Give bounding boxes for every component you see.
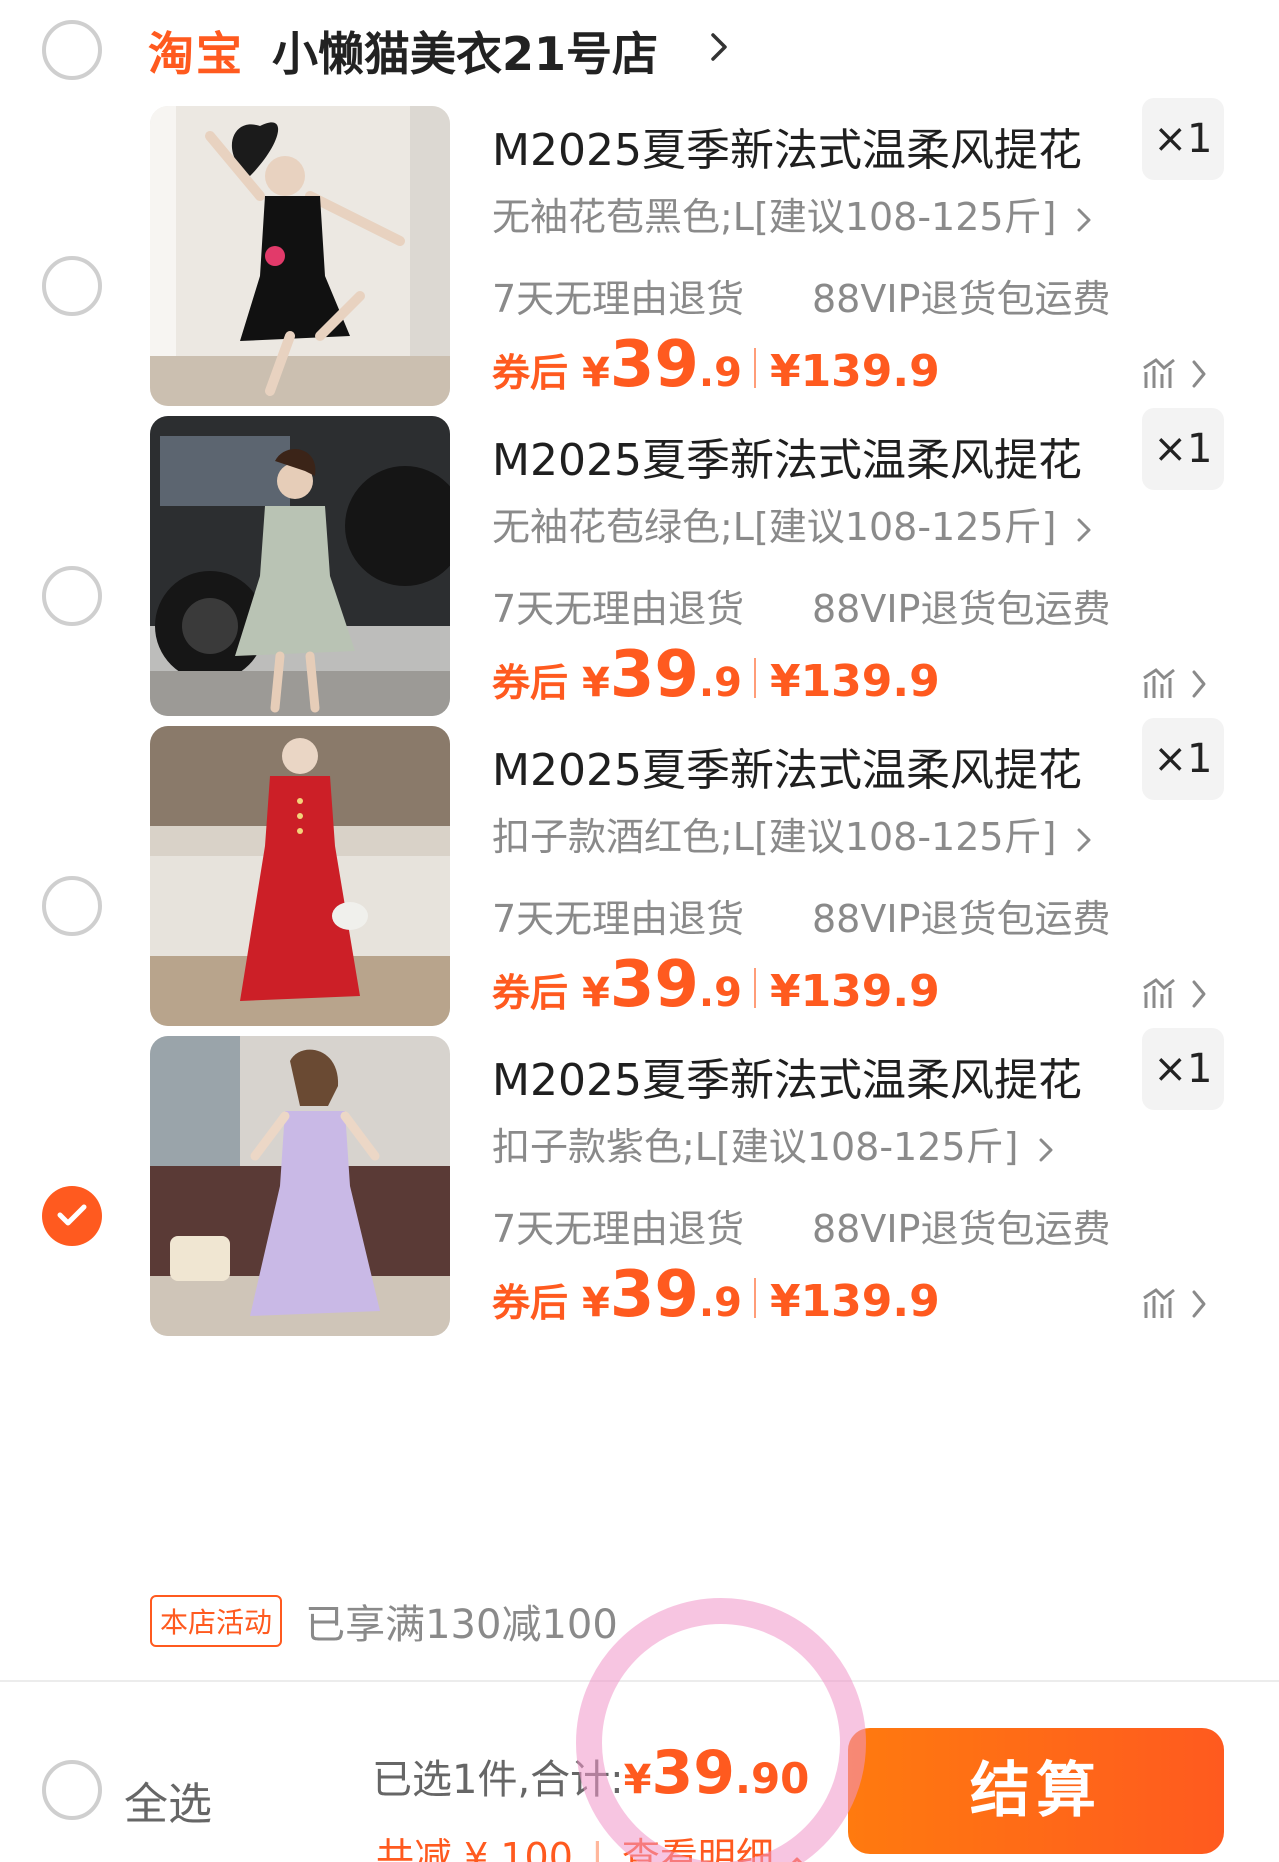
savings-text: 共减 ¥ 100 — [376, 1835, 573, 1862]
product-title[interactable]: M2025夏季新法式温柔风提花 — [492, 424, 1082, 488]
quantity-badge[interactable]: ×1 — [1142, 408, 1224, 490]
price-trend-icon[interactable] — [1142, 666, 1212, 702]
original-price: ¥139.9 — [769, 1276, 940, 1327]
quantity-badge[interactable]: ×1 — [1142, 98, 1224, 180]
price-row: 券后 ¥39.9 ¥139.9 — [492, 328, 940, 408]
price-integer: 39 — [609, 948, 699, 1022]
coupon-label: 券后 — [492, 1281, 569, 1325]
currency-symbol: ¥ — [582, 1280, 610, 1326]
price-decimal: .9 — [698, 660, 742, 706]
checkmark-icon — [57, 1204, 87, 1226]
service-tag: 88VIP退货包运费 — [812, 587, 1111, 631]
product-title[interactable]: M2025夏季新法式温柔风提花 — [492, 114, 1082, 178]
price-trend-icon[interactable] — [1142, 976, 1212, 1012]
sku-text: 扣子款酒红色;L[建议108-125斤] — [492, 815, 1057, 859]
currency-symbol: ¥ — [582, 660, 610, 706]
savings-row[interactable]: 共减 ¥ 100 | 查看明细 — [376, 1826, 808, 1862]
price-decimal: .9 — [698, 350, 742, 396]
quantity-badge[interactable]: ×1 — [1142, 718, 1224, 800]
original-price: ¥139.9 — [769, 966, 940, 1017]
product-image[interactable] — [150, 416, 450, 716]
price-row: 券后 ¥39.9 ¥139.9 — [492, 1258, 940, 1338]
select-all-label[interactable]: 全选 — [124, 1768, 212, 1832]
original-price: ¥139.9 — [769, 656, 940, 707]
currency-symbol: ¥ — [582, 970, 610, 1016]
service-tag: 7天无理由退货 — [492, 1207, 745, 1251]
chevron-right-icon — [1077, 828, 1090, 851]
product-title[interactable]: M2025夏季新法式温柔风提花 — [492, 734, 1082, 798]
sku-selector[interactable]: 无袖花苞绿色;L[建议108-125斤] — [492, 496, 1091, 551]
sku-text: 扣子款紫色;L[建议108-125斤] — [492, 1125, 1019, 1169]
savings-divider: | — [590, 1835, 604, 1862]
sku-text: 无袖花苞黑色;L[建议108-125斤] — [492, 195, 1057, 239]
view-detail-link[interactable]: 查看明细 — [622, 1835, 774, 1862]
cart-page: 淘宝 小懒猫美衣21号店 M2025夏季新法式温柔风提花 ×1 无袖花苞黑色;L… — [0, 0, 1279, 1862]
shop-name[interactable]: 小懒猫美衣21号店 — [272, 18, 658, 84]
total-integer: 39 — [651, 1738, 735, 1808]
item-select-radio[interactable] — [42, 566, 102, 626]
service-tag: 7天无理由退货 — [492, 897, 745, 941]
shop-select-radio[interactable] — [42, 20, 102, 80]
cart-item: M2025夏季新法式温柔风提花 ×1 扣子款紫色;L[建议108-125斤] 7… — [0, 1028, 1279, 1404]
shop-header: 淘宝 小懒猫美衣21号店 — [0, 0, 1279, 100]
taobao-logo: 淘宝 — [148, 27, 244, 81]
item-select-radio[interactable] — [42, 1186, 102, 1246]
item-select-radio[interactable] — [42, 876, 102, 936]
total-decimal: .90 — [734, 1754, 810, 1803]
select-all-radio[interactable] — [42, 1760, 102, 1820]
service-tag: 88VIP退货包运费 — [812, 897, 1111, 941]
product-image[interactable] — [150, 726, 450, 1026]
price-integer: 39 — [609, 638, 699, 712]
product-image[interactable] — [150, 106, 450, 406]
price-row: 券后 ¥39.9 ¥139.9 — [492, 948, 940, 1028]
chevron-right-icon — [1077, 208, 1090, 231]
checkout-button[interactable]: 结算 — [848, 1728, 1224, 1854]
sku-selector[interactable]: 扣子款酒红色;L[建议108-125斤] — [492, 806, 1091, 861]
chevron-up-icon — [791, 1857, 803, 1862]
price-decimal: .9 — [698, 1280, 742, 1326]
service-tag: 88VIP退货包运费 — [812, 277, 1111, 321]
price-divider — [753, 1278, 756, 1318]
original-price: ¥139.9 — [769, 346, 940, 397]
store-activity: 本店活动 已享满130减100 — [150, 1592, 618, 1650]
order-summary: 已选1件,合计:¥39.90 — [372, 1738, 809, 1808]
coupon-label: 券后 — [492, 661, 569, 705]
item-select-radio[interactable] — [42, 256, 102, 316]
coupon-label: 券后 — [492, 971, 569, 1015]
price-divider — [753, 348, 756, 388]
currency-symbol: ¥ — [582, 350, 610, 396]
price-trend-icon[interactable] — [1142, 356, 1212, 392]
chevron-right-icon[interactable] — [710, 32, 728, 62]
sku-selector[interactable]: 扣子款紫色;L[建议108-125斤] — [492, 1116, 1053, 1171]
product-title[interactable]: M2025夏季新法式温柔风提花 — [492, 1044, 1082, 1108]
product-image[interactable] — [150, 1036, 450, 1336]
price-decimal: .9 — [698, 970, 742, 1016]
store-activity-text: 已享满130减100 — [305, 1602, 618, 1648]
price-integer: 39 — [609, 328, 699, 402]
store-activity-tag: 本店活动 — [150, 1595, 283, 1647]
quantity-badge[interactable]: ×1 — [1142, 1028, 1224, 1110]
coupon-label: 券后 — [492, 351, 569, 395]
chevron-right-icon — [1077, 518, 1090, 541]
service-tag: 88VIP退货包运费 — [812, 1207, 1111, 1251]
selected-count-text: 已选1件,合计: — [372, 1757, 624, 1803]
sku-text: 无袖花苞绿色;L[建议108-125斤] — [492, 505, 1057, 549]
service-tag: 7天无理由退货 — [492, 277, 745, 321]
chevron-right-icon — [1039, 1138, 1052, 1161]
total-currency: ¥ — [623, 1757, 652, 1803]
sku-selector[interactable]: 无袖花苞黑色;L[建议108-125斤] — [492, 186, 1091, 241]
price-trend-icon[interactable] — [1142, 1286, 1212, 1322]
price-divider — [753, 968, 756, 1008]
service-tag: 7天无理由退货 — [492, 587, 745, 631]
price-row: 券后 ¥39.9 ¥139.9 — [492, 638, 940, 718]
price-divider — [753, 658, 756, 698]
checkout-bar: 全选 已选1件,合计:¥39.90 共减 ¥ 100 | 查看明细 结算 — [0, 1680, 1279, 1862]
price-integer: 39 — [609, 1258, 699, 1332]
